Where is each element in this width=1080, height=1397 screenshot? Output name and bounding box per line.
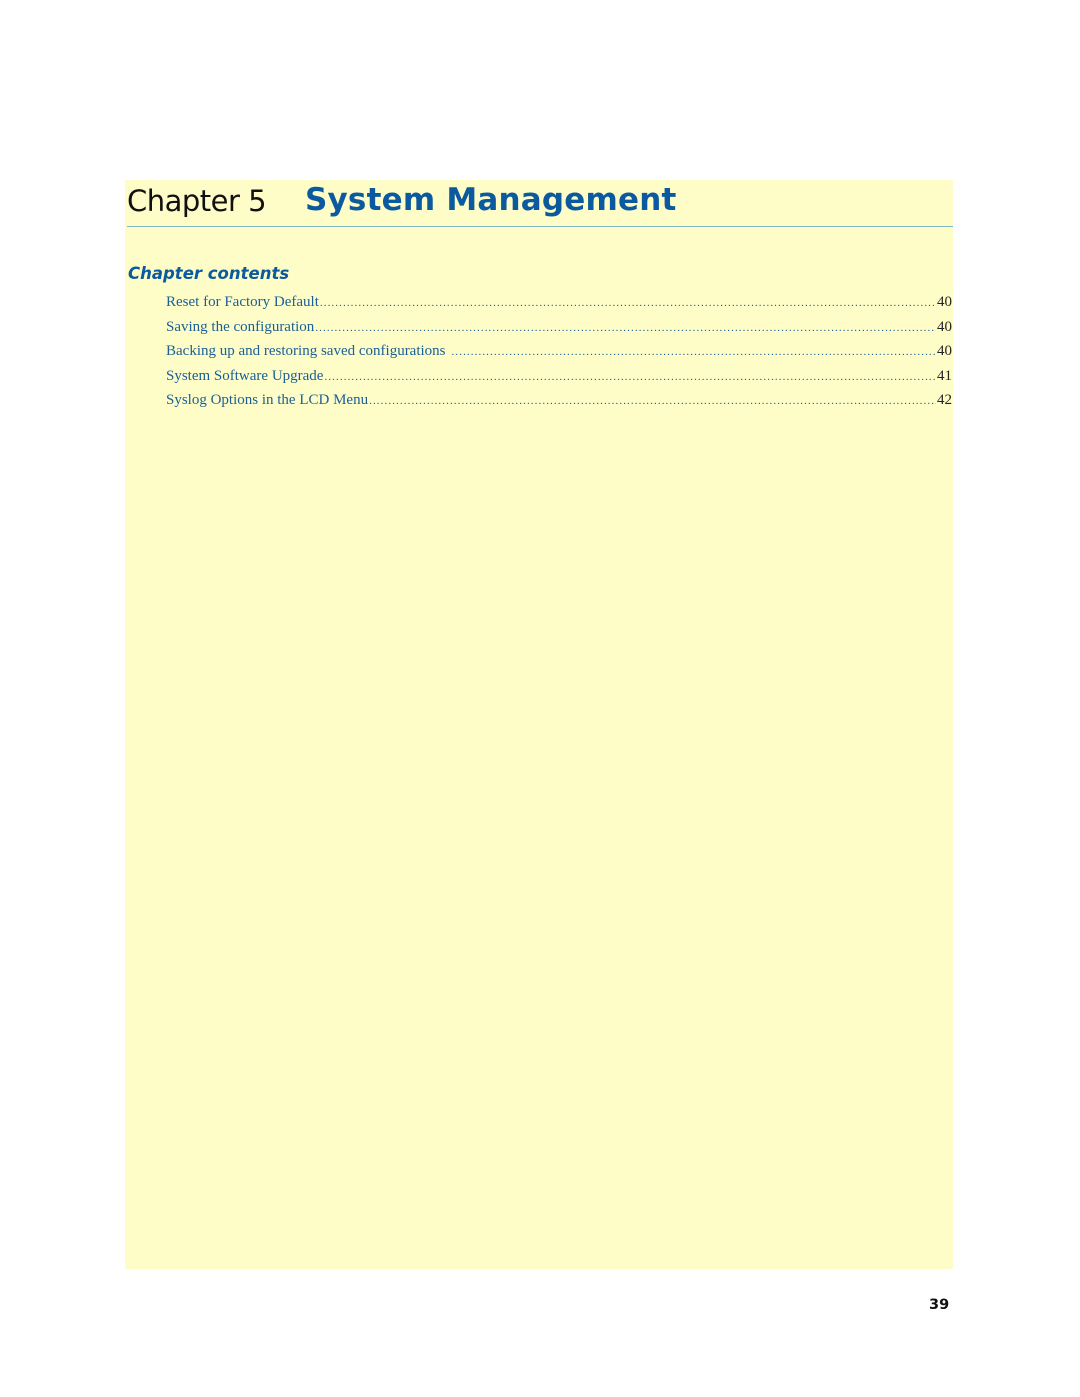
toc-entry-title[interactable]: Reset for Factory Default: [166, 294, 319, 311]
chapter-header: Chapter 5 System Management: [127, 182, 953, 227]
toc-entry-reset-factory-default[interactable]: Reset for Factory Default 40: [166, 294, 952, 319]
toc-entry-title[interactable]: Backing up and restoring saved configura…: [166, 343, 446, 360]
toc-entry-system-software-upgrade[interactable]: System Software Upgrade 41: [166, 368, 952, 393]
page-number: 39: [929, 1297, 950, 1313]
toc-entry-backing-up-restoring[interactable]: Backing up and restoring saved configura…: [166, 343, 952, 368]
toc-entry-page[interactable]: 41: [937, 368, 952, 385]
contents-heading: Chapter contents: [128, 264, 290, 283]
chapter-title: System Management: [305, 182, 677, 218]
toc-entry-saving-configuration[interactable]: Saving the configuration 40: [166, 319, 952, 344]
dot-leader: [452, 346, 936, 358]
table-of-contents: Reset for Factory Default 40 Saving the …: [166, 294, 952, 417]
toc-entry-title[interactable]: System Software Upgrade: [166, 368, 323, 385]
toc-entry-page[interactable]: 40: [937, 319, 952, 336]
toc-entry-page[interactable]: 40: [937, 294, 952, 311]
dot-leader: [324, 371, 936, 383]
chapter-label: Chapter 5: [127, 184, 267, 218]
toc-entry-page[interactable]: 42: [937, 392, 952, 409]
toc-entry-page[interactable]: 40: [937, 343, 952, 360]
toc-entry-syslog-options-lcd[interactable]: Syslog Options in the LCD Menu 42: [166, 392, 952, 417]
toc-entry-title[interactable]: Saving the configuration: [166, 319, 314, 336]
dot-leader: [315, 322, 936, 334]
dot-leader: [369, 395, 936, 407]
toc-entry-title[interactable]: Syslog Options in the LCD Menu: [166, 392, 368, 409]
dot-leader: [320, 297, 936, 309]
